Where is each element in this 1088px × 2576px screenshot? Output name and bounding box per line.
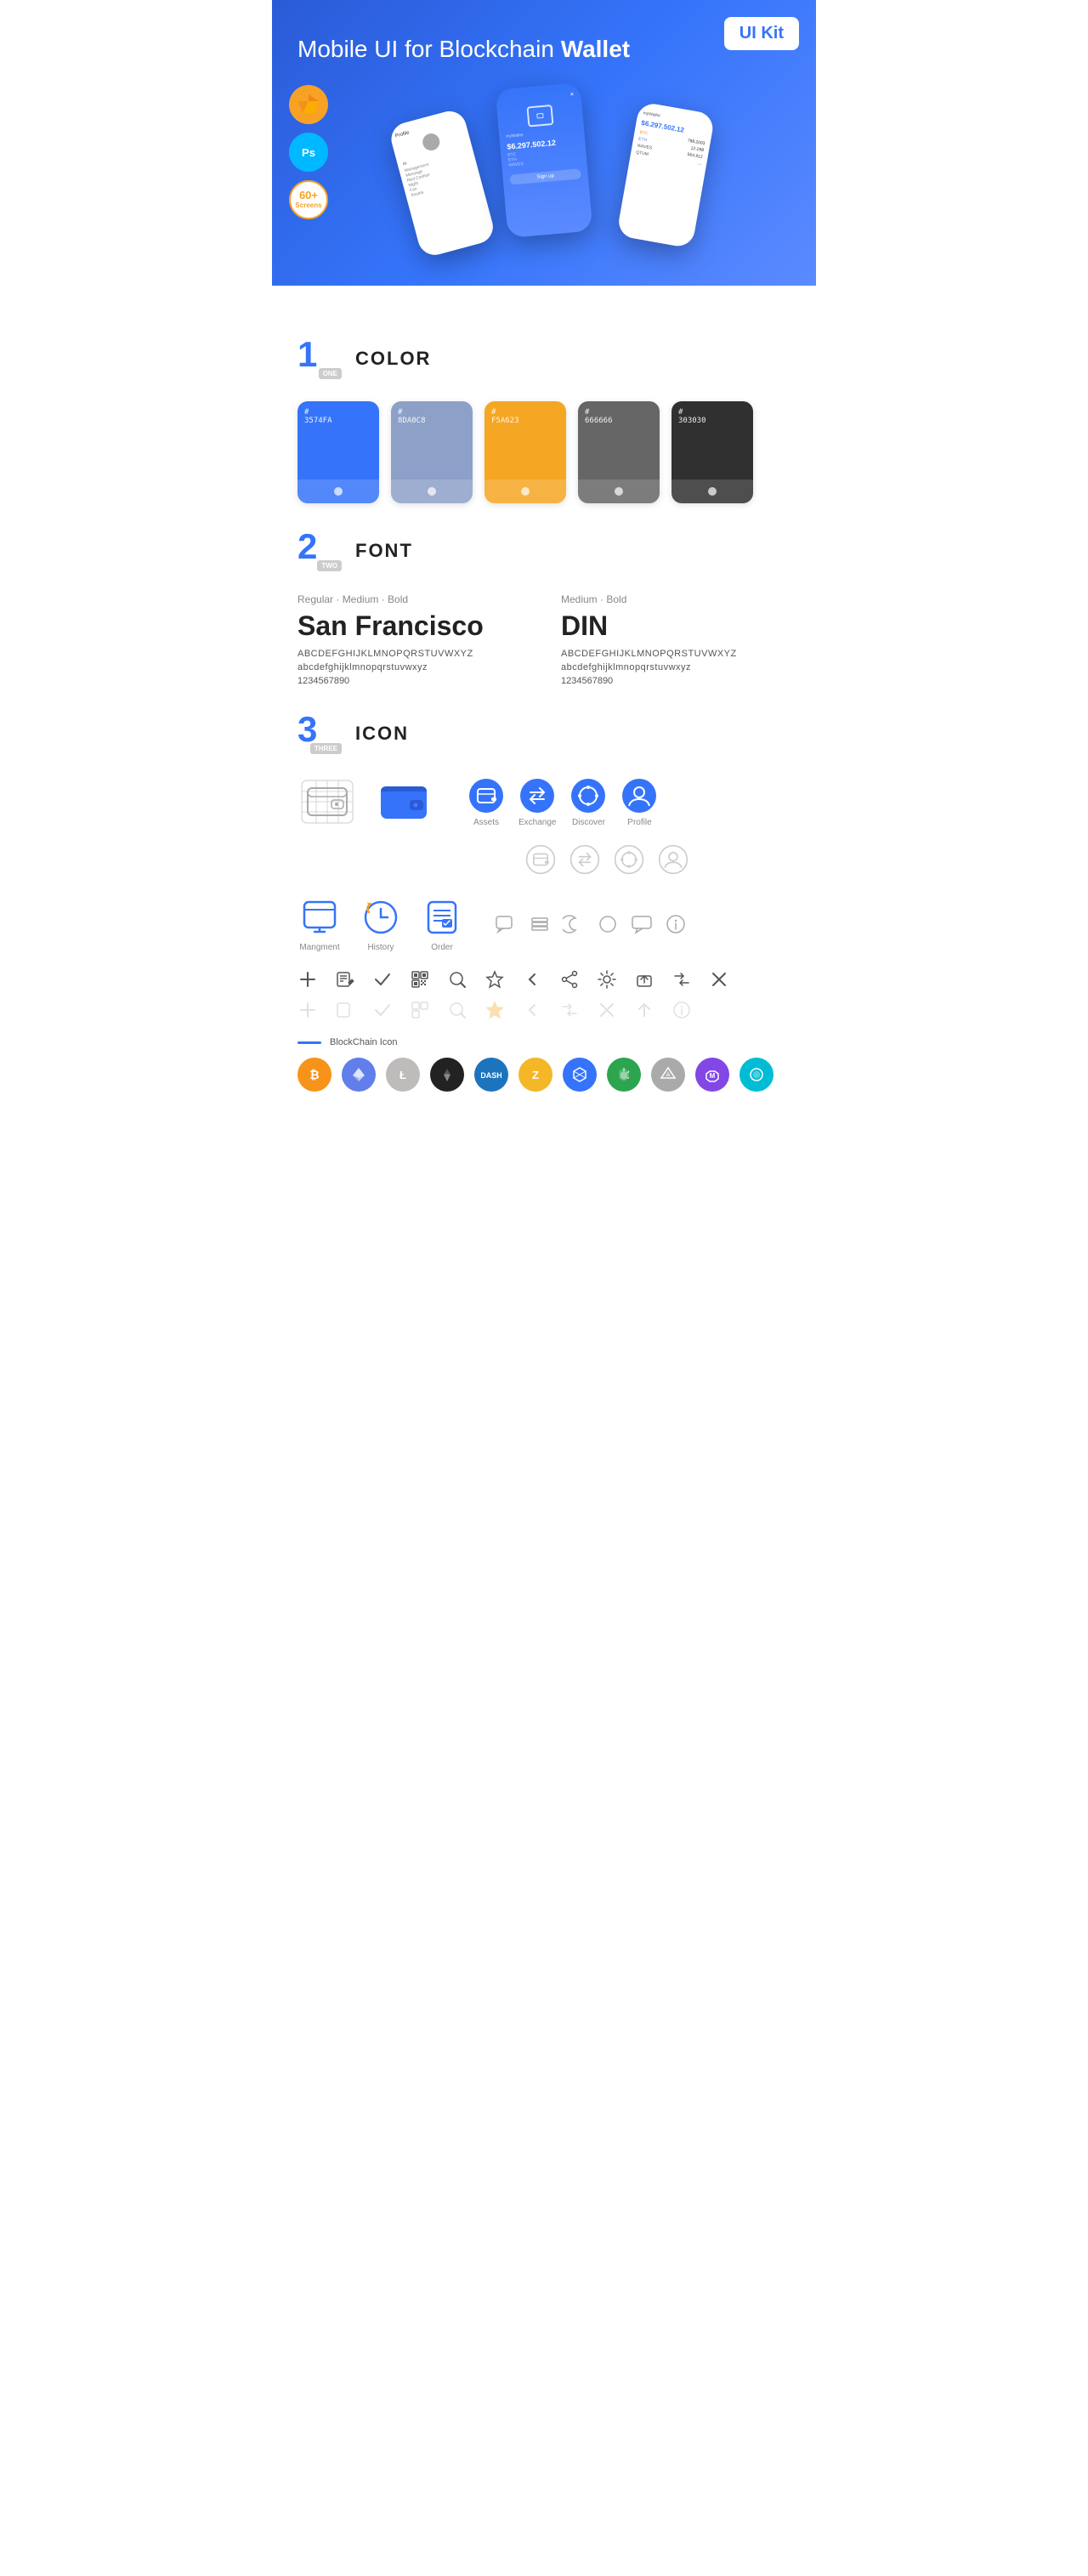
font-section-header: 2 TWO FONT: [298, 529, 790, 573]
plus-icon: [298, 969, 318, 990]
zec-icon: Z: [518, 1058, 552, 1092]
utility-icons-row2: [298, 1000, 790, 1020]
nav-discover-icon: Discover: [570, 777, 607, 827]
hero-section: Mobile UI for Blockchain Wallet UI Kit P…: [272, 0, 816, 286]
btc-icon: ₿: [298, 1058, 332, 1092]
history-icon: History: [359, 895, 403, 952]
blockchain-line: [298, 1041, 321, 1044]
phone-center: ✕ myWallet $6.297.502.12 BTC ETH WAVES S…: [496, 82, 593, 238]
color-section-header: 1 ONE COLOR: [298, 337, 790, 381]
font-grid: Regular · Medium · Bold San Francisco AB…: [298, 593, 790, 686]
nav-profile-ghost: [658, 844, 688, 875]
circle-icon: [597, 913, 619, 935]
qr-icon: [410, 969, 430, 990]
section1-number: 1 ONE: [298, 337, 342, 381]
check-icon: [372, 969, 393, 990]
order-icon: Order: [420, 895, 464, 952]
eth-icon: [342, 1058, 376, 1092]
dash-icon: DASH: [474, 1058, 508, 1092]
color-card-slate: #8DA0C8: [391, 401, 473, 503]
star-ghost-icon: [484, 1000, 505, 1020]
check-ghost-icon: [372, 1000, 393, 1020]
moon-icon: [563, 913, 585, 935]
search-ghost-icon: [447, 1000, 468, 1020]
swap-icon: [672, 969, 692, 990]
blockchain-label: BlockChain Icon: [330, 1037, 398, 1047]
settings-icon: [597, 969, 617, 990]
main-content: 1 ONE COLOR #3574FA #8DA0C8 #F5A623 #666…: [272, 286, 816, 1117]
nav-profile-icon: Profile: [620, 777, 658, 827]
wallet-grid-icon: [298, 776, 357, 827]
list-edit-icon: [335, 969, 355, 990]
plus-ghost-icon: [298, 1000, 318, 1020]
share-icon: [559, 969, 580, 990]
icon-row-main: Assets Exchange: [298, 776, 790, 827]
info-ghost-icon: [672, 1000, 692, 1020]
svg-text:₿: ₿: [309, 1068, 319, 1081]
export-icon: [634, 969, 654, 990]
nav-icons-group: Assets Exchange: [468, 777, 658, 827]
icon-section-header: 3 THREE ICON: [298, 712, 790, 756]
svg-text:Z: Z: [532, 1069, 539, 1081]
chat-icon: [495, 913, 517, 935]
phone-left: Profile AI Management Message Red Cashie…: [388, 108, 496, 259]
font-din: Medium · Bold DIN ABCDEFGHIJKLMNOPQRSTUV…: [561, 593, 790, 686]
chevron-left-icon: [522, 969, 542, 990]
matic-icon: M: [695, 1058, 729, 1092]
list-ghost-icon: [335, 1000, 355, 1020]
aion-icon: [651, 1058, 685, 1092]
back-ghost-icon: [522, 1000, 542, 1020]
x-ghost-icon: [597, 1000, 617, 1020]
nav-icons-ghost-row: [525, 844, 790, 875]
hero-title: Mobile UI for Blockchain Wallet: [298, 34, 790, 65]
phone-right: myWallet $6.297.502.12 BTC 788.2003 ETH …: [616, 102, 715, 249]
ltc-icon: Ł: [386, 1058, 420, 1092]
neo-icon: [563, 1058, 597, 1092]
svg-text:DASH: DASH: [481, 1071, 502, 1080]
message-icon: [631, 913, 653, 935]
nav-assets-ghost: [525, 844, 556, 875]
search-icon: [447, 969, 468, 990]
nav-exchange-ghost: [570, 844, 600, 875]
utility-icons-row1: [298, 969, 790, 990]
action-icons-row: Mangment History Order: [298, 895, 790, 952]
nav-discover-ghost: [614, 844, 644, 875]
color-card-dark: #303030: [672, 401, 753, 503]
xrp-icon: [430, 1058, 464, 1092]
stack-icon: [529, 913, 551, 935]
svg-text:M: M: [710, 1072, 716, 1080]
nav-assets-icon: Assets: [468, 777, 505, 827]
close-icon: [709, 969, 729, 990]
emc-icon: [607, 1058, 641, 1092]
management-icon: Mangment: [298, 895, 342, 952]
sky-icon: [740, 1058, 774, 1092]
color-card-blue: #3574FA: [298, 401, 379, 503]
color-card-orange: #F5A623: [484, 401, 566, 503]
blockchain-section: BlockChain Icon ₿ Ł: [298, 1037, 790, 1092]
color-grid: #3574FA #8DA0C8 #F5A623 #666666 #303030: [298, 401, 790, 503]
font-sf: Regular · Medium · Bold San Francisco AB…: [298, 593, 527, 686]
nav-exchange-icon: Exchange: [518, 777, 556, 827]
misc-icons-group: [495, 913, 687, 935]
star-icon: [484, 969, 505, 990]
info-icon: [665, 913, 687, 935]
ui-kit-badge: UI Kit: [724, 17, 799, 50]
crypto-icons-row: ₿ Ł: [298, 1058, 790, 1092]
qr-ghost-icon: [410, 1000, 430, 1020]
svg-text:Ł: Ł: [400, 1069, 406, 1081]
arrow-ghost-icon: [634, 1000, 654, 1020]
wallet-filled-icon: [374, 776, 434, 827]
section3-number: 3 THREE: [298, 712, 342, 756]
color-card-gray: #666666: [578, 401, 660, 503]
section2-number: 2 TWO: [298, 529, 342, 573]
arrows-ghost-icon: [559, 1000, 580, 1020]
phone-mockups: Profile AI Management Message Red Cashie…: [298, 82, 790, 235]
